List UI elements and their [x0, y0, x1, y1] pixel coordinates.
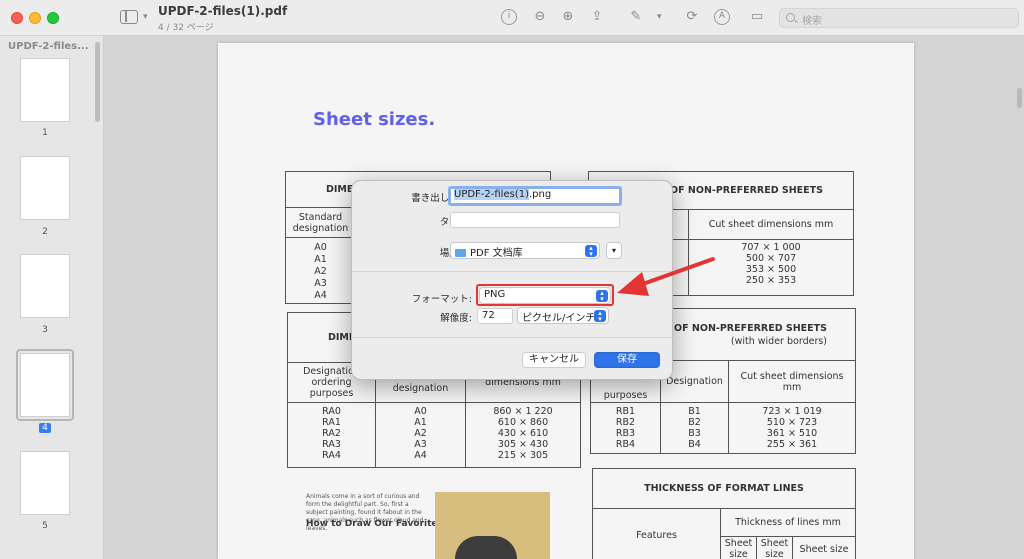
annotation-arrow-icon [617, 257, 715, 296]
